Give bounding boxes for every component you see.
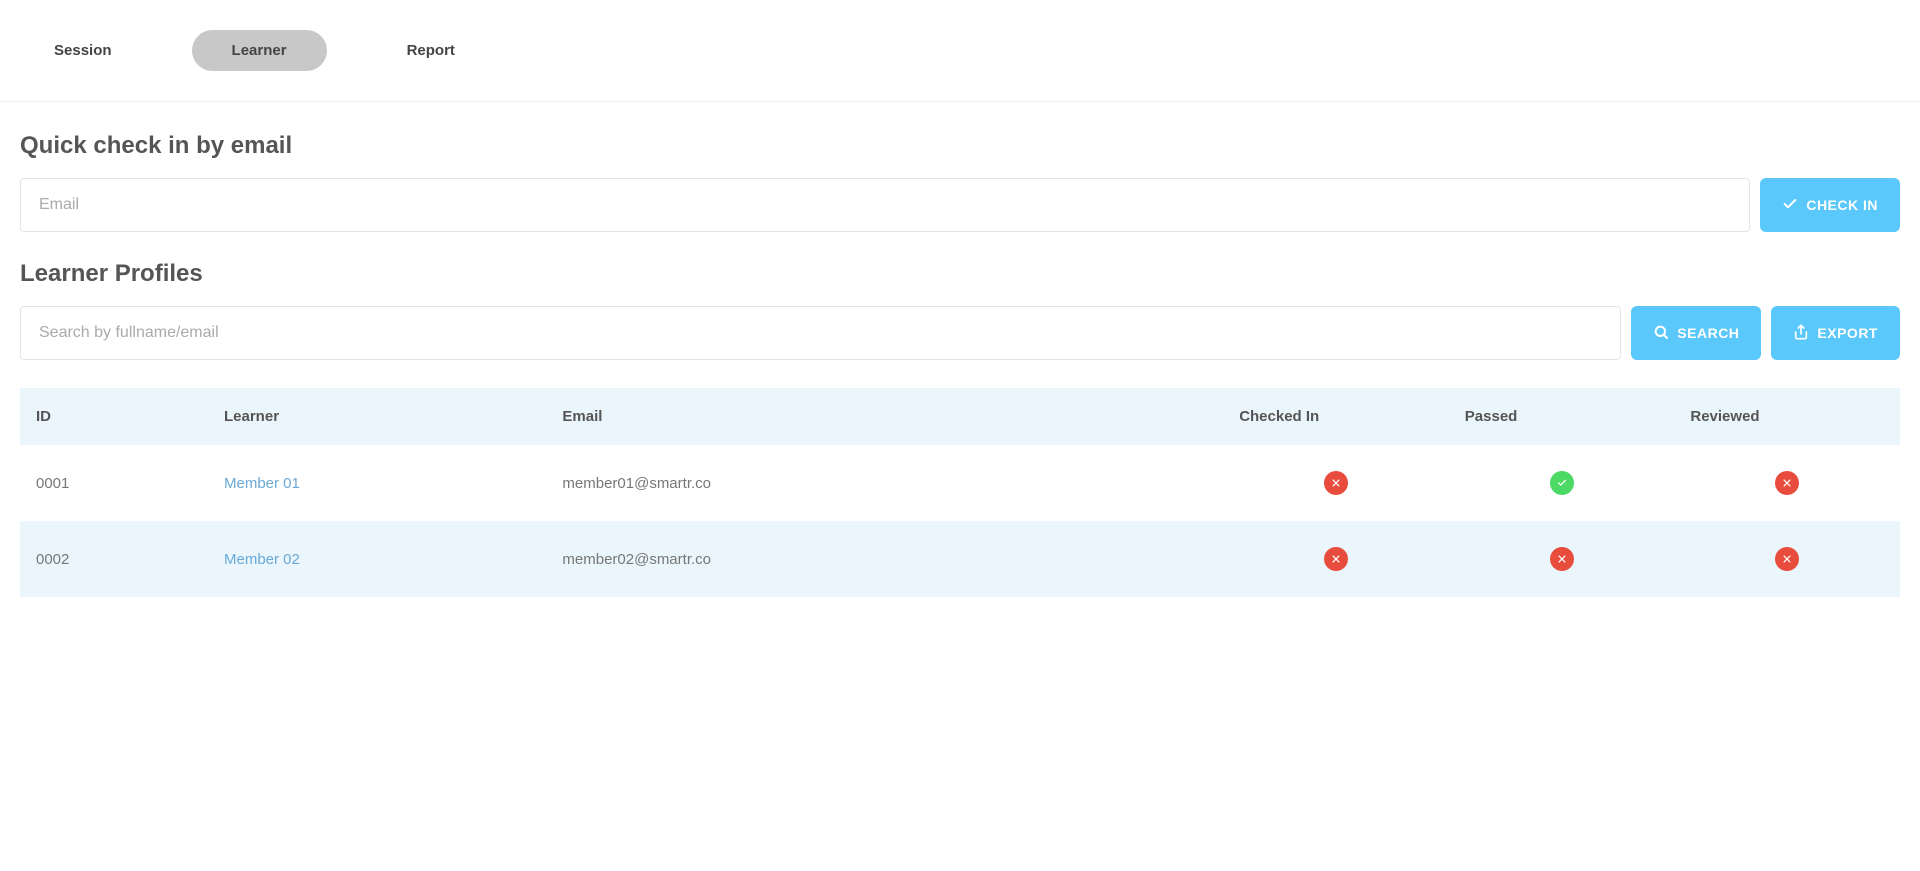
tab-report[interactable]: Report [367, 30, 495, 71]
header-passed: Passed [1449, 388, 1675, 445]
x-icon [1550, 547, 1574, 571]
table-header-row: ID Learner Email Checked In Passed Revie… [20, 388, 1900, 445]
main-content: Quick check in by email CHECK IN Learner… [0, 102, 1920, 627]
export-button[interactable]: EXPORT [1771, 306, 1900, 360]
quick-checkin-row: CHECK IN [20, 178, 1900, 232]
learner-table: ID Learner Email Checked In Passed Revie… [20, 388, 1900, 597]
header-checked-in: Checked In [1223, 388, 1449, 445]
header-reviewed: Reviewed [1674, 388, 1900, 445]
search-label: SEARCH [1677, 325, 1739, 341]
cell-learner[interactable]: Member 01 [208, 445, 546, 521]
header-email: Email [546, 388, 1223, 445]
tabs-bar: Session Learner Report [0, 0, 1920, 102]
profiles-search-row: SEARCH EXPORT [20, 306, 1900, 360]
cell-learner[interactable]: Member 02 [208, 521, 546, 597]
x-icon [1324, 547, 1348, 571]
table-row: 0002Member 02member02@smartr.co [20, 521, 1900, 597]
search-button[interactable]: SEARCH [1631, 306, 1761, 360]
cell-id: 0001 [20, 445, 208, 521]
cell-email: member02@smartr.co [546, 521, 1223, 597]
cell-id: 0002 [20, 521, 208, 597]
quick-checkin-title: Quick check in by email [20, 132, 1900, 160]
search-icon [1653, 324, 1669, 343]
cell-email: member01@smartr.co [546, 445, 1223, 521]
cell-checked-in [1223, 521, 1449, 597]
cell-checked-in [1223, 445, 1449, 521]
checkin-label: CHECK IN [1806, 197, 1878, 213]
check-icon [1782, 196, 1798, 215]
export-label: EXPORT [1817, 325, 1878, 341]
x-icon [1775, 547, 1799, 571]
x-icon [1324, 471, 1348, 495]
email-input[interactable] [20, 178, 1750, 232]
cell-passed [1449, 521, 1675, 597]
learner-profiles-title: Learner Profiles [20, 260, 1900, 288]
cell-reviewed [1674, 445, 1900, 521]
export-icon [1793, 324, 1809, 343]
header-id: ID [20, 388, 208, 445]
check-icon [1550, 471, 1574, 495]
table-row: 0001Member 01member01@smartr.co [20, 445, 1900, 521]
x-icon [1775, 471, 1799, 495]
cell-passed [1449, 445, 1675, 521]
checkin-button[interactable]: CHECK IN [1760, 178, 1900, 232]
header-learner: Learner [208, 388, 546, 445]
tab-session[interactable]: Session [14, 30, 152, 71]
search-input[interactable] [20, 306, 1621, 360]
cell-reviewed [1674, 521, 1900, 597]
tab-learner[interactable]: Learner [192, 30, 327, 71]
